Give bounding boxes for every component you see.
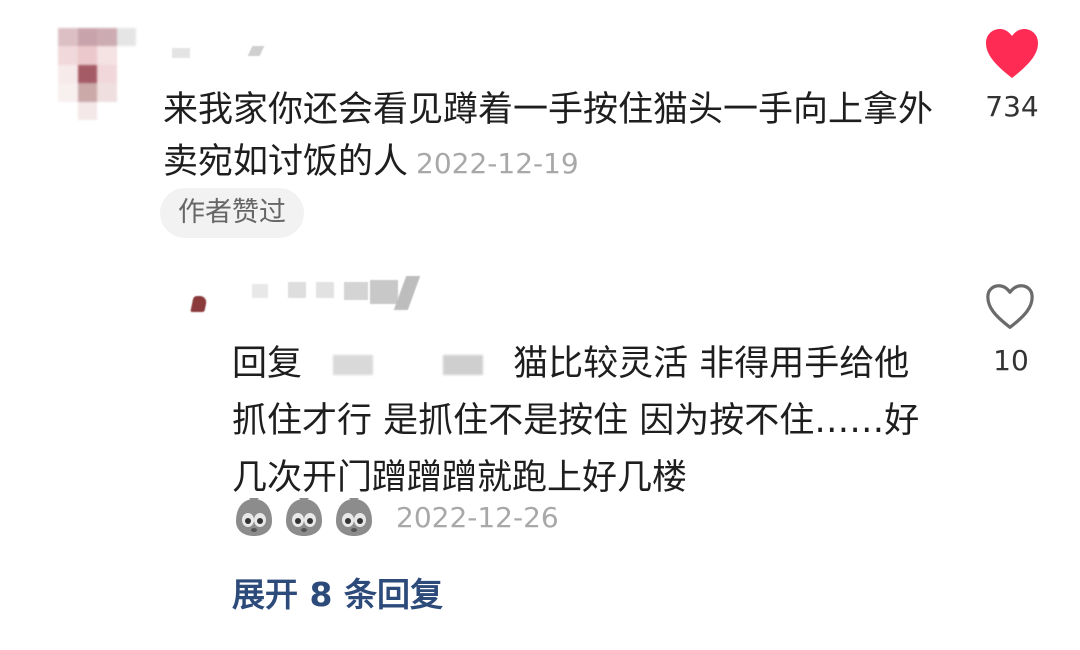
crying-face-emoji bbox=[286, 498, 322, 536]
author-liked-badge: 作者赞过 bbox=[160, 188, 304, 238]
reply-date: 2022-12-26 bbox=[396, 500, 559, 534]
comment-date: 2022-12-19 bbox=[416, 147, 579, 180]
heart-outline-icon bbox=[986, 284, 1034, 329]
reply-like-button[interactable] bbox=[984, 283, 1036, 331]
reply-username-blurred[interactable] bbox=[248, 276, 428, 316]
like-count: 734 bbox=[985, 90, 1039, 123]
mentioned-user-blurred-2[interactable] bbox=[443, 355, 484, 375]
heart-filled-icon bbox=[986, 29, 1038, 78]
reply-like-count: 10 bbox=[993, 344, 1029, 377]
reply-prefix: 回复 bbox=[232, 344, 303, 384]
mentioned-user-blurred[interactable] bbox=[333, 355, 374, 375]
crying-face-emoji bbox=[236, 498, 272, 536]
reply-text: 回复 猫比较灵活 非得用手给他抓住才行 是抓住不是按住 因为按不住……好几次开门… bbox=[232, 336, 932, 507]
username-blurred[interactable] bbox=[172, 44, 272, 62]
reply-emojis: 2022-12-26 bbox=[232, 492, 559, 542]
reply-avatar[interactable] bbox=[190, 296, 212, 316]
like-button[interactable] bbox=[984, 28, 1040, 80]
comment-text: 来我家你还会看见蹲着一手按住猫头一手向上拿外卖宛如讨饭的人 2022-12-19 bbox=[163, 84, 943, 190]
expand-replies-link[interactable]: 展开 8 条回复 bbox=[232, 568, 443, 616]
crying-face-emoji bbox=[336, 498, 372, 536]
avatar[interactable] bbox=[58, 28, 136, 120]
